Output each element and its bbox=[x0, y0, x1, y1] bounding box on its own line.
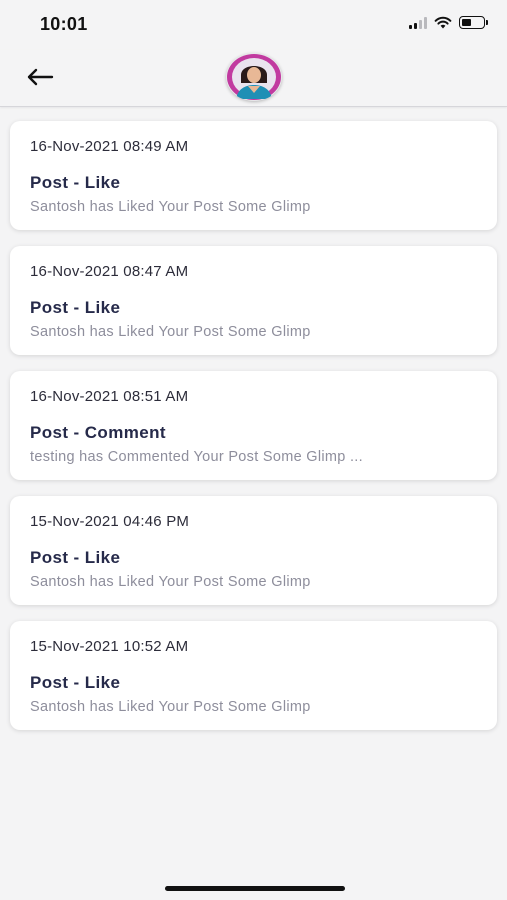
notification-date: 15-Nov-2021 10:52 AM bbox=[30, 638, 189, 655]
notification-title: Post - Comment bbox=[30, 423, 166, 442]
notification-message: Santosh has Liked Your Post Some Glimp bbox=[30, 574, 311, 590]
app-header bbox=[0, 50, 507, 107]
status-icons bbox=[409, 16, 488, 29]
notification-card[interactable]: 15-Nov-2021 10:52 AM Post - Like Santosh… bbox=[10, 621, 497, 730]
notification-card[interactable]: 16-Nov-2021 08:51 AM Post - Comment test… bbox=[10, 371, 497, 480]
user-avatar-icon bbox=[227, 54, 281, 100]
notification-date: 16-Nov-2021 08:51 AM bbox=[30, 388, 189, 405]
notification-title: Post - Like bbox=[30, 298, 121, 317]
wifi-icon bbox=[434, 16, 452, 29]
notification-card[interactable]: 16-Nov-2021 08:47 AM Post - Like Santosh… bbox=[10, 246, 497, 355]
notification-card[interactable]: 16-Nov-2021 08:49 AM Post - Like Santosh… bbox=[10, 121, 497, 230]
battery-icon bbox=[459, 16, 488, 29]
status-bar: 10:01 bbox=[0, 0, 507, 50]
notification-date: 16-Nov-2021 08:47 AM bbox=[30, 263, 189, 280]
notification-title: Post - Like bbox=[30, 548, 121, 567]
notification-message: testing has Commented Your Post Some Gli… bbox=[30, 449, 363, 465]
home-indicator[interactable] bbox=[165, 886, 345, 891]
notification-date: 15-Nov-2021 04:46 PM bbox=[30, 513, 190, 530]
status-time: 10:01 bbox=[40, 14, 88, 34]
arrow-left-icon bbox=[27, 68, 54, 86]
notification-message: Santosh has Liked Your Post Some Glimp bbox=[30, 324, 311, 340]
avatar[interactable] bbox=[226, 53, 282, 101]
notification-message: Santosh has Liked Your Post Some Glimp bbox=[30, 699, 311, 715]
cellular-signal-icon bbox=[409, 16, 427, 29]
notification-title: Post - Like bbox=[30, 673, 121, 692]
notification-date: 16-Nov-2021 08:49 AM bbox=[30, 138, 189, 155]
notification-list: 16-Nov-2021 08:49 AM Post - Like Santosh… bbox=[10, 121, 497, 746]
notification-message: Santosh has Liked Your Post Some Glimp bbox=[30, 199, 311, 215]
back-button[interactable] bbox=[22, 62, 58, 92]
notification-card[interactable]: 15-Nov-2021 04:46 PM Post - Like Santosh… bbox=[10, 496, 497, 605]
notification-title: Post - Like bbox=[30, 173, 121, 192]
